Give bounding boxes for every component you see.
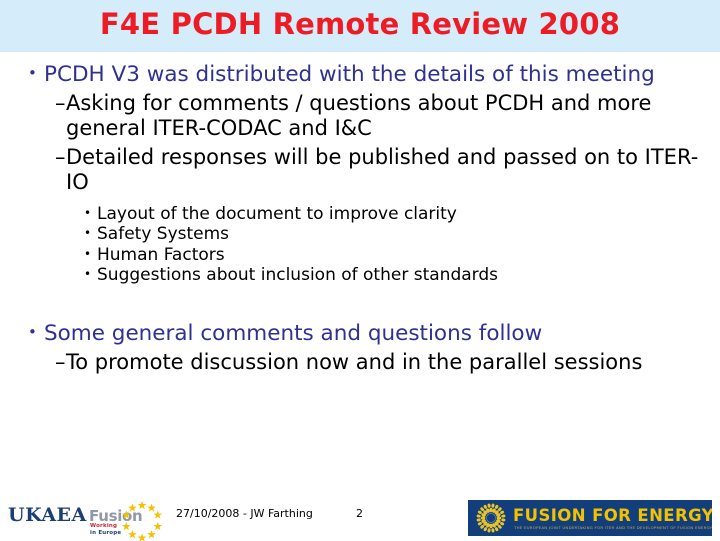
dash-marker-icon: – — [55, 91, 66, 116]
bullet-level2: – To promote discussion now and in the p… — [55, 350, 702, 375]
bullet-level1: • Some general comments and questions fo… — [28, 321, 670, 346]
ukaea-working-label: Working — [90, 523, 118, 529]
bullet-text: Asking for comments / questions about PC… — [66, 91, 652, 141]
bullet-level2: – Asking for comments / questions about … — [55, 91, 702, 141]
slide-footer: UKAEA Fusion Working in Europe 27/10/200… — [0, 488, 720, 541]
bullet-text: Layout of the document to improve clarit… — [97, 204, 457, 225]
bullet-marker-icon: • — [28, 64, 37, 82]
bullet-level3: • Human Factors — [84, 245, 680, 265]
bullet-level2: – Detailed responses will be published a… — [55, 145, 702, 195]
bullet-text: Detailed responses will be published and… — [66, 144, 699, 194]
slide-number: 2 — [356, 507, 363, 520]
bullet-level3: • Suggestions about inclusion of other s… — [84, 265, 680, 285]
bullet-marker-icon: • — [84, 246, 92, 261]
bullet-text: Safety Systems — [97, 224, 230, 245]
f4e-wordmark: FUSION FOR ENERGY — [513, 506, 712, 525]
bullet-level3: • Safety Systems — [84, 224, 680, 244]
bullet-marker-icon: • — [84, 226, 92, 241]
ukaea-logo: UKAEA Fusion Working in Europe — [8, 496, 163, 541]
ukaea-in-europe-label: in Europe — [90, 530, 122, 536]
dash-marker-icon: – — [55, 349, 66, 374]
bullet-text: Some general comments and questions foll… — [44, 320, 543, 346]
bullet-text: To promote discussion now and in the par… — [66, 349, 643, 374]
bullet-marker-icon: • — [28, 322, 37, 341]
bullet-text: PCDH V3 was distributed with the details… — [44, 62, 655, 87]
dash-marker-icon: – — [55, 144, 66, 169]
bullet-marker-icon: • — [84, 266, 92, 281]
fusion-for-energy-logo: FUSION FOR ENERGY THE EUROPEAN JOINT UND… — [468, 500, 712, 536]
slide-content: • PCDH V3 was distributed with the detai… — [0, 52, 720, 488]
bullet-text: Human Factors — [97, 244, 225, 265]
footer-date-author: 27/10/2008 - JW Farthing — [176, 507, 313, 520]
ukaea-wordmark: UKAEA — [8, 504, 87, 526]
f4e-tagline: THE EUROPEAN JOINT UNDERTAKING FOR ITER … — [514, 525, 712, 530]
bullet-level3: • Layout of the document to improve clar… — [84, 204, 680, 224]
title-band: F4E PCDH Remote Review 2008 — [0, 0, 720, 52]
bullet-level1: • PCDH V3 was distributed with the detai… — [28, 62, 670, 87]
page-title: F4E PCDH Remote Review 2008 — [99, 7, 621, 41]
bullet-marker-icon: • — [84, 206, 92, 221]
bullet-text: Suggestions about inclusion of other sta… — [97, 264, 498, 285]
eu-stars-icon — [121, 500, 163, 541]
f4e-sunburst-icon — [476, 503, 506, 533]
